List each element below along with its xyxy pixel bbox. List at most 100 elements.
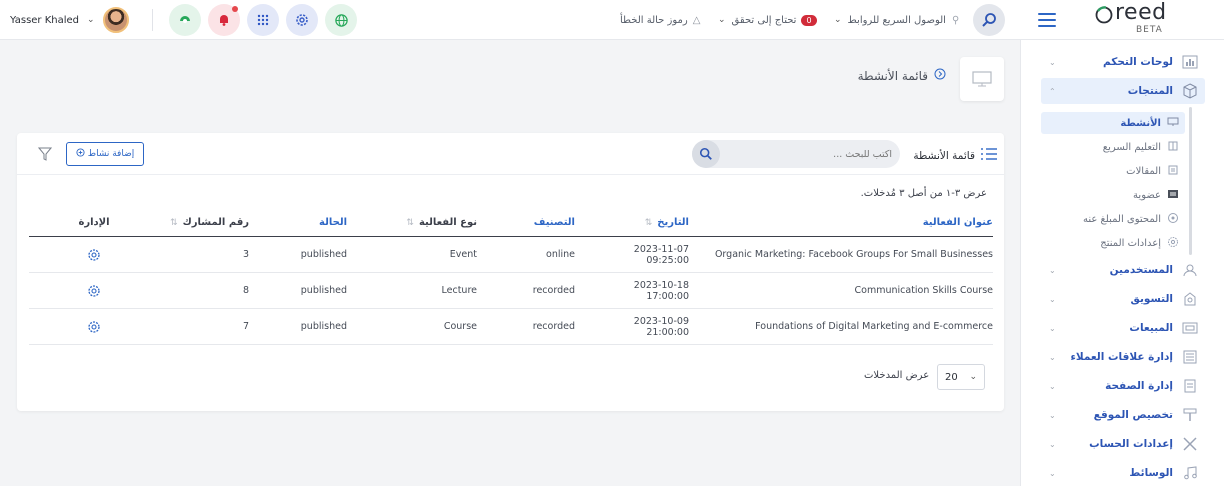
menu-toggle-button[interactable]: [1038, 13, 1056, 27]
page-size-label: عرض المدخلات: [864, 370, 930, 381]
error-codes-link[interactable]: رموز حالة الخطأ △: [620, 0, 700, 40]
sidebar-item-label: التسويق: [1130, 293, 1173, 305]
page-size-select[interactable]: 20 ⌄: [937, 364, 985, 390]
col-label: الحالة: [319, 217, 347, 228]
notifications-button[interactable]: [208, 4, 240, 36]
chevron-right-circle-icon[interactable]: [934, 68, 946, 83]
row-settings-button[interactable]: [63, 273, 125, 308]
col-type-header[interactable]: ⇅ نوع الفعالية: [369, 209, 477, 236]
sidebar-subitem-label: الأنشطة: [1120, 117, 1161, 129]
sidebar-scrollbar[interactable]: [1189, 107, 1192, 255]
chevron-down-icon: ⌄: [1049, 410, 1056, 420]
col-date-header[interactable]: ⇅ التاريخ: [589, 209, 689, 236]
global-search-button[interactable]: [973, 4, 1005, 36]
pin-icon: ⚲: [951, 14, 960, 26]
sidebar-item-label: المستخدمين: [1109, 264, 1173, 276]
sidebar-subitem-membership[interactable]: عضوية: [1041, 184, 1185, 206]
row-settings-button[interactable]: [63, 309, 125, 344]
sidebar-item-marketing[interactable]: ⌄ التسويق: [1041, 286, 1205, 312]
sidebar-item-products[interactable]: ⌃ المنتجات: [1041, 78, 1205, 104]
page-size-value: 20: [945, 371, 958, 383]
sidebar-item-users[interactable]: ⌄ المستخدمين: [1041, 257, 1205, 283]
sidebar-item-account-settings[interactable]: ⌄ إعدادات الحساب: [1041, 431, 1205, 457]
table-row[interactable]: Communication Skills Course 2023-10-18 1…: [29, 273, 993, 309]
book-icon: [1167, 141, 1179, 154]
cell-title: Foundations of Digital Marketing and E-c…: [755, 321, 993, 332]
sidebar-subitem-quick-learning[interactable]: التعليم السريع: [1041, 136, 1185, 158]
chart-icon: [1181, 54, 1199, 70]
chevron-down-icon: ⌄: [969, 372, 977, 382]
row-settings-button[interactable]: [63, 237, 125, 272]
marketing-icon: [1181, 291, 1199, 307]
chevron-down-icon: ⌄: [834, 15, 842, 25]
col-label: نوع الفعالية: [418, 217, 477, 228]
user-menu[interactable]: Yasser Khaled ⌄: [10, 0, 129, 40]
entries-summary: عرض ٣-١ من أصل ٣ مُدخلات.: [860, 188, 987, 199]
col-participants-header[interactable]: ⇅ رقم المشارك: [149, 209, 249, 236]
sidebar-subitem-articles[interactable]: المقالات: [1041, 160, 1185, 182]
globe-icon: [334, 13, 348, 27]
list-title: قائمة الأنشطة: [902, 147, 998, 164]
chevron-up-icon: ⌃: [1049, 86, 1056, 96]
needs-check-dropdown[interactable]: ⌄ تحتاج إلى تحقق 0: [718, 0, 817, 40]
logo-beta: BETA: [1136, 25, 1163, 35]
sidebar: ⌄ لوحات التحكم ⌃ المنتجات الأنشطة التعلي…: [1020, 40, 1224, 486]
col-status-header[interactable]: الحالة: [259, 209, 347, 236]
cell-status: published: [300, 249, 347, 260]
sort-icon: ⇅: [170, 217, 178, 228]
cell-classification: recorded: [532, 321, 575, 332]
filter-icon: [37, 147, 53, 161]
cell-participants: 3: [242, 249, 249, 260]
cell-participants: 7: [242, 321, 249, 332]
settings-button[interactable]: [286, 4, 318, 36]
search-input[interactable]: [722, 146, 892, 162]
filter-button[interactable]: [37, 147, 53, 161]
logo-ring-icon: [1095, 6, 1113, 24]
crm-icon: [1181, 349, 1199, 365]
avatar[interactable]: [102, 7, 129, 33]
sidebar-item-sales[interactable]: ⌄ المبيعات: [1041, 315, 1205, 341]
sidebar-subitem-label: المقالات: [1126, 165, 1161, 177]
sidebar-subitem-product-settings[interactable]: إعدادات المنتج: [1041, 232, 1185, 254]
add-activity-button[interactable]: إضافة نشاط: [66, 142, 144, 166]
chevron-down-icon: ⌄: [1049, 468, 1056, 478]
sidebar-item-label: الوسائط: [1129, 467, 1173, 479]
chevron-down-icon: ⌄: [1049, 57, 1056, 67]
users-icon: [1181, 262, 1199, 278]
cell-classification: online: [546, 249, 575, 260]
quick-links-dropdown[interactable]: ⌄ الوصول السريع للروابط ⚲: [834, 0, 959, 40]
sidebar-item-crm[interactable]: ⌄ إدارة علاقات العملاء: [1041, 344, 1205, 370]
chevron-down-icon: ⌄: [1049, 381, 1056, 391]
list-title-label: قائمة الأنشطة: [913, 149, 975, 162]
apps-button[interactable]: [247, 4, 279, 36]
grid-apps-icon: [257, 14, 269, 26]
search-submit-button[interactable]: [692, 140, 720, 168]
cell-status: published: [300, 321, 347, 332]
cell-date: 2023-10-18 17:00:00: [633, 279, 689, 302]
sidebar-item-dashboards[interactable]: ⌄ لوحات التحكم: [1041, 49, 1205, 75]
shield-leaf-button[interactable]: [169, 4, 201, 36]
table-row[interactable]: Organic Marketing: Facebook Groups For S…: [29, 237, 993, 273]
sidebar-item-label: المنتجات: [1127, 85, 1173, 97]
settings-icon: [1167, 236, 1179, 251]
cube-icon: [1181, 83, 1199, 99]
sidebar-subitem-label: المحتوى المبلغ عنه: [1082, 213, 1161, 225]
sidebar-item-label: إدارة علاقات العملاء: [1070, 351, 1173, 363]
shield-leaf-icon: [180, 16, 190, 23]
sidebar-item-site-customization[interactable]: ⌄ تخصيص الموقع: [1041, 402, 1205, 428]
sidebar-subitem-reported-content[interactable]: المحتوى المبلغ عنه: [1041, 208, 1185, 230]
sidebar-item-label: لوحات التحكم: [1103, 56, 1173, 68]
table-row[interactable]: Foundations of Digital Marketing and E-c…: [29, 309, 993, 345]
col-label: الإدارة: [78, 217, 110, 228]
gear-icon: [88, 248, 100, 261]
language-button[interactable]: [325, 4, 357, 36]
chevron-down-icon: ⌄: [87, 15, 95, 25]
sidebar-subitem-activities[interactable]: الأنشطة: [1041, 112, 1185, 134]
search-icon: [982, 13, 996, 27]
col-title-header[interactable]: عنوان الفعالية: [673, 209, 993, 236]
col-label: رقم المشارك: [182, 217, 249, 228]
col-admin-header: الإدارة: [63, 209, 125, 236]
sidebar-item-media[interactable]: ⌄ الوسائط: [1041, 460, 1205, 486]
sidebar-item-page-management[interactable]: ⌄ إدارة الصفحة: [1041, 373, 1205, 399]
col-classification-header[interactable]: التصنيف: [499, 209, 575, 236]
